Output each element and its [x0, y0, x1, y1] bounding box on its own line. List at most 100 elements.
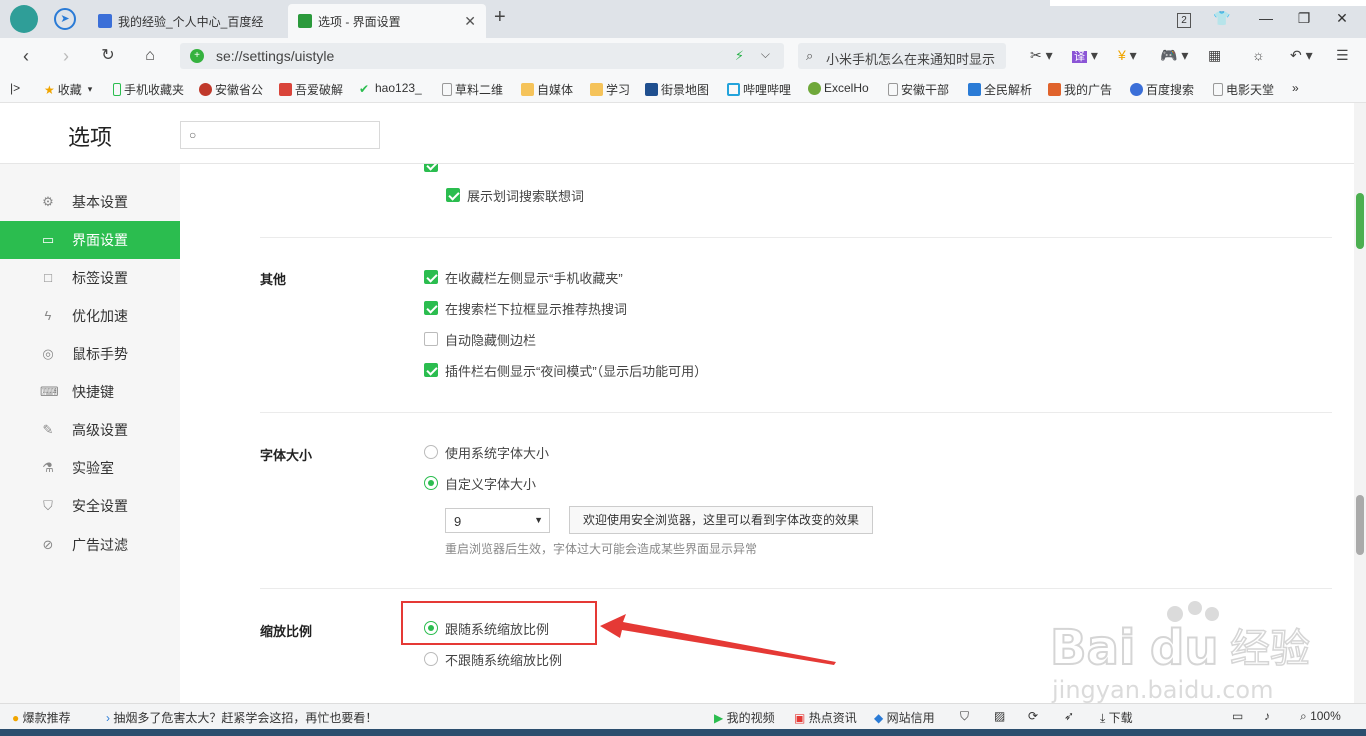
wrench-icon: ✎ — [42, 422, 54, 437]
bookmark-item[interactable]: 哔哩哔哩 — [727, 81, 791, 98]
chevron-down-icon[interactable]: ⌵ — [761, 47, 770, 62]
bookmark-item[interactable]: 街景地图 — [645, 81, 709, 98]
section-label-font-size: 字体大小 — [260, 448, 313, 463]
wallet-icon[interactable]: ¥ ▾ — [1118, 47, 1137, 64]
news-ticker[interactable]: › 抽烟多了危害太大？赶紧学会这招，再忙也要看！ — [106, 709, 377, 726]
checkbox[interactable] — [424, 363, 438, 377]
address-bar[interactable]: + se://settings/uistyle ⚡ ⌵ — [180, 43, 784, 69]
restore-icon[interactable]: ❐ — [1294, 8, 1314, 28]
new-tab-button[interactable]: + — [494, 6, 506, 29]
scissors-icon[interactable]: ✂ ▾ — [1030, 47, 1053, 64]
bookmark-item[interactable]: 百度搜索 — [1130, 81, 1194, 98]
checkbox-night-mode[interactable]: 插件栏右侧显示“夜间模式”（显示后功能可用） — [424, 361, 707, 379]
bookmark-item[interactable]: 安徽干部 — [888, 81, 949, 98]
settings-search-input[interactable]: ○ — [180, 121, 380, 149]
navigation-icon[interactable]: ➤ — [54, 8, 76, 30]
apps-grid-icon[interactable]: ▦ — [1208, 47, 1221, 64]
bookmark-item[interactable]: 我的广告 — [1048, 81, 1112, 98]
radio-custom-font[interactable]: 自定义字体大小 — [424, 474, 536, 492]
hot-news-button[interactable]: ▣ 热点资讯 — [794, 709, 857, 726]
font-preview-button[interactable]: 欢迎使用安全浏览器，这里可以看到字体改变的效果 — [569, 506, 873, 534]
tab-count-badge[interactable]: 2 — [1174, 8, 1194, 28]
sidebar-item-advanced[interactable]: ✎ 高级设置 — [0, 411, 180, 449]
search-input[interactable]: ⌕ 小米手机怎么在来通知时显示 — [798, 43, 1006, 69]
zoom-level[interactable]: ⌕ 100% — [1300, 709, 1341, 724]
checkbox[interactable] — [424, 270, 438, 284]
tab-jingyan[interactable]: 我的经验_个人中心_百度经 — [88, 4, 284, 38]
tab-icon: □ — [44, 270, 52, 285]
volume-icon[interactable]: ♪ — [1264, 709, 1270, 723]
image-icon[interactable]: ▨ — [994, 709, 1005, 723]
bookmark-item[interactable]: 吾爱破解 — [279, 81, 343, 98]
download-button[interactable]: ⤓ 下载 — [1100, 709, 1133, 726]
shield-icon[interactable]: ⛉ — [960, 709, 969, 724]
checkbox-mobile-favorites[interactable]: 在收藏栏左侧显示“手机收藏夹” — [424, 268, 623, 286]
bookmark-item[interactable]: 手机收藏夹 — [113, 81, 184, 98]
speed-bolt-icon[interactable]: ⚡ — [735, 48, 744, 64]
bookmark-item[interactable]: 安徽省公 — [199, 81, 263, 98]
game-icon[interactable]: 🎮 ▾ — [1160, 47, 1188, 64]
sidebar-item-speed[interactable]: ϟ 优化加速 — [0, 297, 180, 335]
svg-text:jingyan.baidu.com: jingyan.baidu.com — [1051, 676, 1273, 704]
globe-icon — [808, 81, 821, 95]
scrollbar[interactable] — [1354, 103, 1366, 703]
font-size-select[interactable]: 9 ▼ — [445, 508, 550, 533]
bookmark-favorites[interactable]: ★ 收藏 ▾ — [44, 81, 92, 98]
sidebar-item-adblock[interactable]: ⊘ 广告过滤 — [0, 526, 180, 564]
checkbox[interactable] — [424, 301, 438, 315]
back-icon[interactable]: ‹ — [14, 44, 38, 68]
undo-icon[interactable]: ↶ ▾ — [1290, 47, 1313, 64]
site-icon — [279, 83, 292, 96]
browser-logo-icon[interactable] — [10, 5, 38, 33]
window-icon[interactable]: ▭ — [1232, 709, 1243, 723]
bookmark-item[interactable]: 草料二维 — [442, 81, 503, 98]
refresh-circle-icon[interactable]: ⟳ — [1028, 709, 1038, 723]
checkbox-hot-search[interactable]: 在搜索栏下拉框显示推荐热搜词 — [424, 299, 627, 317]
close-tab-icon[interactable]: ✕ — [464, 13, 476, 30]
page-title: 选项 — [68, 125, 113, 150]
close-window-icon[interactable]: ✕ — [1332, 8, 1352, 28]
checkbox-search-suggest[interactable]: 展示划词搜索联想词 — [446, 186, 584, 204]
skin-shirt-icon[interactable]: 👕 — [1212, 8, 1232, 28]
rocket-icon[interactable]: ➶ — [1064, 709, 1074, 723]
more-bookmarks-icon[interactable]: » — [1292, 81, 1299, 95]
bookmark-folder[interactable]: 学习 — [590, 81, 630, 98]
radio[interactable] — [424, 445, 438, 459]
bookmark-item[interactable]: ✔ hao123_ — [359, 81, 422, 96]
minimize-icon[interactable]: — — [1256, 8, 1276, 28]
sidebar-item-security[interactable]: ⛉ 安全设置 — [0, 487, 180, 525]
checkbox-partial-option[interactable] — [424, 164, 445, 174]
forward-icon[interactable]: › — [54, 44, 78, 68]
scroll-thumb-top[interactable] — [1356, 193, 1364, 249]
menu-icon[interactable]: ☰ — [1336, 47, 1349, 64]
radio[interactable] — [424, 652, 438, 666]
bookmark-item[interactable]: 电影天堂 — [1213, 81, 1274, 98]
bookmark-folder[interactable]: 自媒体 — [521, 81, 573, 98]
sidebar-item-interface[interactable]: ▭ 界面设置 — [0, 221, 180, 259]
sidebar-item-lab[interactable]: ⚗ 实验室 — [0, 449, 180, 487]
scroll-thumb[interactable] — [1356, 495, 1364, 555]
bookmark-item[interactable]: 全民解析 — [968, 81, 1032, 98]
home-icon[interactable]: ⌂ — [138, 44, 162, 68]
sidebar-toggle-icon[interactable]: |> — [10, 81, 20, 95]
sidebar-item-basic[interactable]: ⚙ 基本设置 — [0, 183, 180, 221]
radio[interactable] — [424, 476, 438, 490]
checkbox[interactable] — [424, 332, 438, 346]
translate-icon[interactable]: 译 ▾ — [1072, 47, 1098, 64]
checkbox[interactable] — [446, 188, 460, 202]
my-video-button[interactable]: ▶ 我的视频 — [714, 709, 775, 726]
checkbox-auto-hide-sidebar[interactable]: 自动隐藏侧边栏 — [424, 330, 536, 348]
tab-settings[interactable]: 选项 - 界面设置 ✕ — [288, 4, 486, 38]
sidebar-item-tabs[interactable]: □ 标签设置 — [0, 259, 180, 297]
bookmark-item[interactable]: ExcelHo — [808, 81, 869, 95]
radio-system-font[interactable]: 使用系统字体大小 — [424, 443, 549, 461]
site-credit-button[interactable]: ◆ 网站信用 — [874, 709, 935, 726]
checkbox[interactable] — [424, 164, 438, 172]
sidebar-item-shortcuts[interactable]: ⌨ 快捷键 — [0, 373, 180, 411]
font-size-value: 9 — [454, 514, 462, 529]
sidebar-item-gestures[interactable]: ◎ 鼠标手势 — [0, 335, 180, 373]
brightness-icon[interactable]: ☼ — [1252, 47, 1265, 63]
refresh-icon[interactable]: ↻ — [96, 44, 120, 68]
radio-no-follow-zoom[interactable]: 不跟随系统缩放比例 — [424, 650, 562, 668]
promo-link[interactable]: ● 爆款推荐 — [12, 709, 71, 726]
